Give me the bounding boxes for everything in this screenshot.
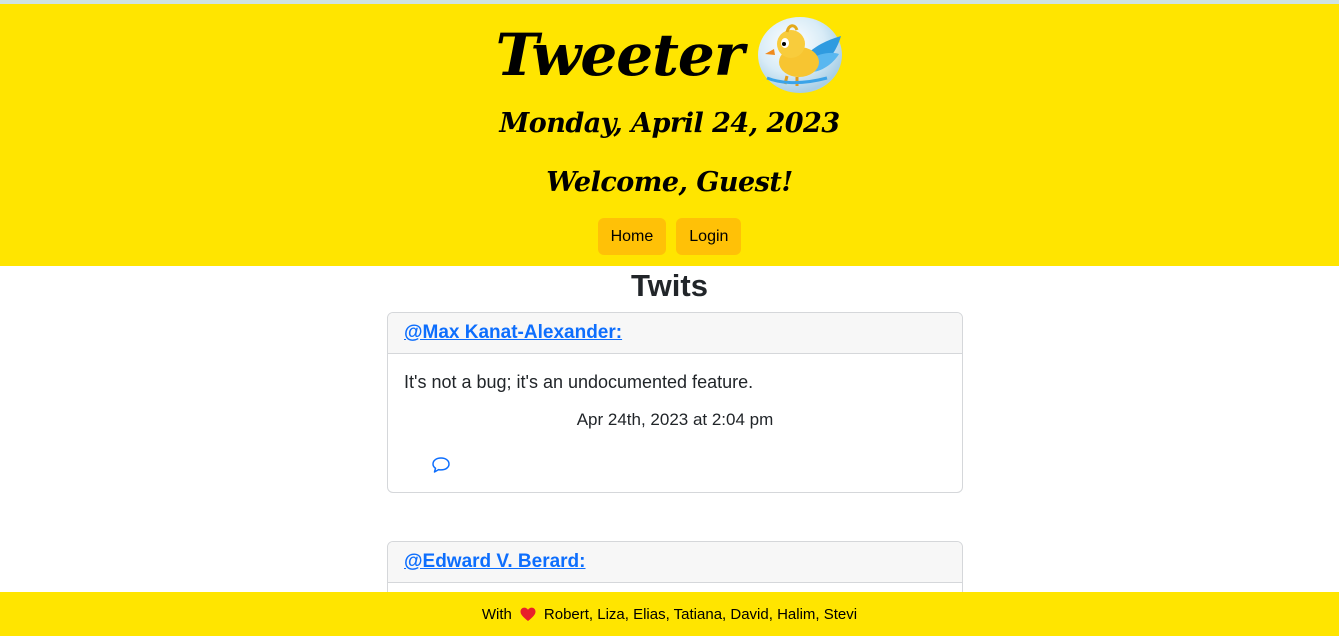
- current-date: Monday, April 24, 2023: [499, 108, 840, 139]
- twit-card-header: @Edward V. Berard:: [388, 542, 962, 583]
- site-header: Tweeter Monday, April 24, 2023 Welcome, …: [0, 4, 1339, 266]
- author-link[interactable]: @Max Kanat-Alexander:: [404, 322, 622, 344]
- home-button[interactable]: Home: [597, 218, 667, 255]
- twit-card: @Max Kanat-Alexander: It's not a bug; it…: [387, 312, 963, 493]
- twit-text: It's not a bug; it's an undocumented fea…: [404, 372, 754, 392]
- login-button[interactable]: Login: [676, 218, 742, 255]
- author-link[interactable]: @Edward V. Berard:: [404, 551, 586, 573]
- bird-logo-icon: [758, 17, 843, 93]
- footer-names: Robert, Liza, Elias, Tatiana, David, Hal…: [543, 605, 858, 623]
- footer-prefix: With: [481, 605, 512, 623]
- brand-row: Tweeter: [0, 12, 1339, 98]
- twit-card-body: It's not a bug; it's an undocumented fea…: [388, 354, 962, 492]
- twit-card-header: @Max Kanat-Alexander:: [388, 313, 962, 354]
- comment-icon[interactable]: [431, 455, 451, 475]
- heart-icon: [520, 607, 536, 621]
- page-title: Twits: [631, 268, 708, 303]
- main-nav: Home Login: [0, 218, 1339, 255]
- brand-title: Tweeter: [495, 21, 745, 89]
- welcome-message: Welcome, Guest!: [546, 167, 793, 198]
- site-footer: With Robert, Liza, Elias, Tatiana, David…: [0, 592, 1339, 636]
- twit-timestamp: Apr 24th, 2023 at 2:04 pm: [576, 410, 774, 429]
